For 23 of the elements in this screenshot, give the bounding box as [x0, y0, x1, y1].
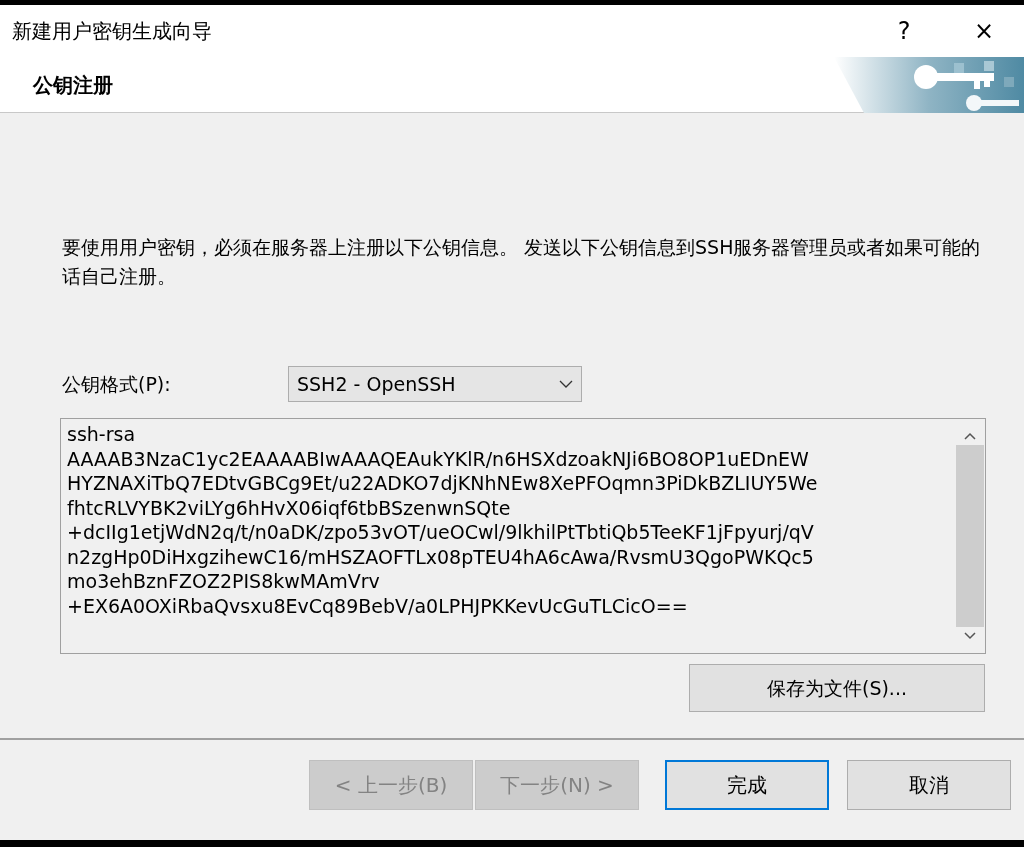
page-heading: 公钥注册 — [31, 71, 114, 99]
wizard-button[interactable]: 取消 — [847, 760, 1011, 810]
key-text-line: +EX6A0OXiRbaQvsxu8EvCq89BebV/a0LPHJPKKevUcGuTLCicO== — [67, 593, 689, 618]
window-title: 新建用户密钥生成向导 — [12, 18, 213, 45]
scroll-down-icon[interactable] — [963, 631, 977, 641]
key-text-line: mo3ehBznFZOZ2PIS8kwMAmVrv — [67, 569, 381, 594]
key-text-line: AAAAB3NzaC1yc2EAAAABIwAAAQEAukYKlR/n6HSXdzoakNJi6BO8OP1uEDnEW — [67, 446, 810, 471]
save-file-button[interactable]: 保存为文件(S)... — [689, 664, 985, 712]
description-text: 要使用用户密钥，必须在服务器上注册以下公钥信息。 发送以下公钥信息到SSH服务器管理员或者如果可能的话自己注册。 — [62, 235, 982, 289]
scroll-up-icon[interactable] — [963, 431, 977, 441]
scrollbar-thumb[interactable] — [956, 445, 984, 627]
format-dropdown[interactable]: SSH2 - OpenSSH — [288, 366, 582, 402]
wizard-button[interactable]: 完成 — [665, 760, 829, 810]
format-label: 公钥格式(P): — [62, 371, 172, 397]
chevron-down-icon — [559, 380, 573, 388]
key-text-line: HYZNAXiTbQ7EDtvGBCg9Et/u22ADKO7djKNhNEw8XePFOqmn3PiDkBZLIUY5We — [67, 471, 819, 496]
public-key-textarea[interactable] — [60, 418, 986, 654]
key-text-line: fhtcRLVYBK2viLYg6hHvX06iqf6tbBSzenwnSQte — [67, 495, 512, 520]
close-button[interactable]: × — [944, 5, 1024, 57]
key-text-line: n2zgHp0DiHxgzihewC16/mHSZAOFTLx08pTEU4hA6cAwa/RvsmU3QgoPWKQc5 — [67, 544, 815, 569]
help-button[interactable]: ? — [864, 5, 944, 57]
key-text-line: ssh-rsa — [67, 422, 137, 447]
key-text-line: +dcIIg1etjWdN2q/t/n0aDK/zpo53vOT/ueOCwl/9lkhilPtTbtiQb5TeeKF1jFpyurj/qV — [67, 520, 815, 545]
